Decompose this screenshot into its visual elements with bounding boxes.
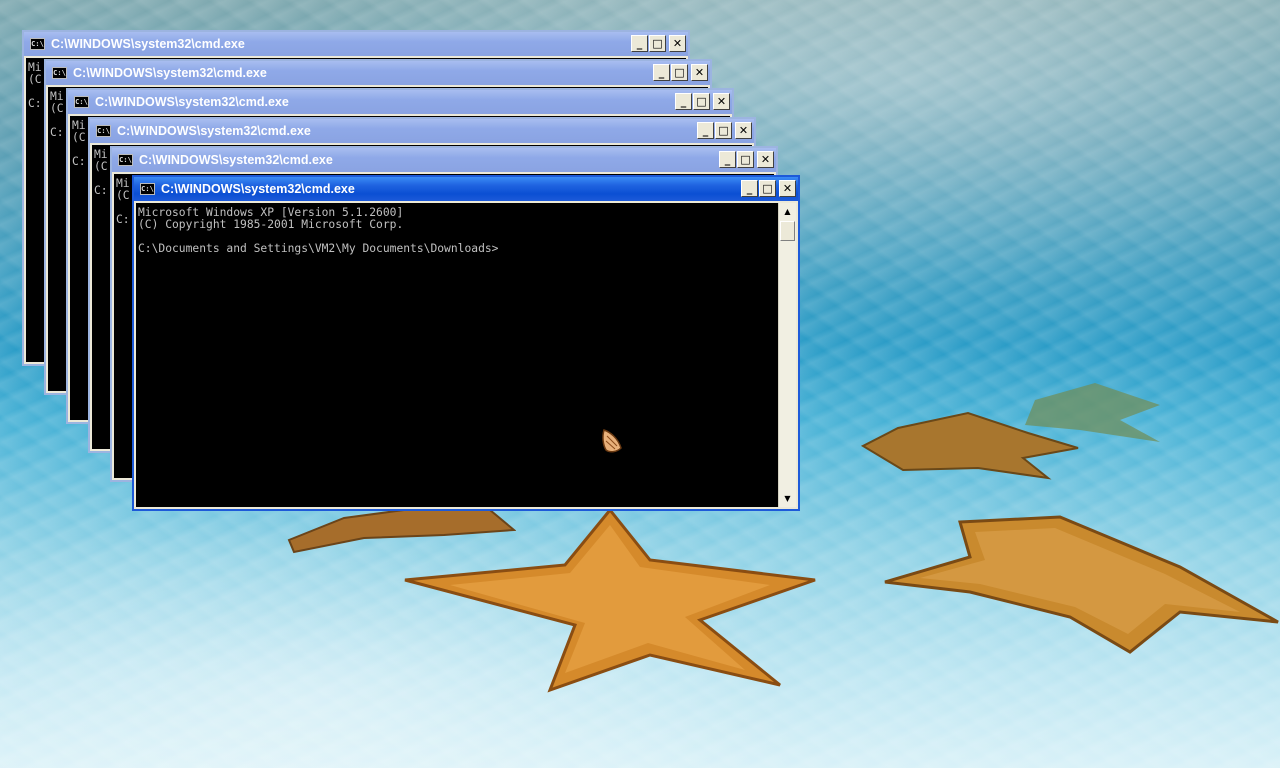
close-button[interactable]: ✕ xyxy=(691,64,708,81)
close-button[interactable]: ✕ xyxy=(713,93,730,110)
minimize-icon: _ xyxy=(702,124,709,137)
cmd-icon: C:\ xyxy=(30,38,45,50)
titlebar[interactable]: C:\ C:\WINDOWS\system32\cmd.exe _ □ ✕ xyxy=(68,90,732,114)
arrow-down-icon: ▼ xyxy=(784,494,791,503)
minimize-button[interactable]: _ xyxy=(675,93,692,110)
maximize-button[interactable]: □ xyxy=(649,35,666,52)
close-icon: ✕ xyxy=(672,37,683,50)
window-title: C:\WINDOWS\system32\cmd.exe xyxy=(73,66,267,80)
close-icon: ✕ xyxy=(782,182,793,195)
minimize-button[interactable]: _ xyxy=(719,151,736,168)
minimize-button[interactable]: _ xyxy=(741,180,758,197)
window-title: C:\WINDOWS\system32\cmd.exe xyxy=(117,124,311,138)
window-title: C:\WINDOWS\system32\cmd.exe xyxy=(161,182,355,196)
scroll-down-button[interactable]: ▼ xyxy=(779,490,796,507)
close-icon: ✕ xyxy=(694,66,705,79)
close-icon: ✕ xyxy=(738,124,749,137)
close-button[interactable]: ✕ xyxy=(669,35,686,52)
cmd-icon: C:\ xyxy=(118,154,133,166)
minimize-icon: _ xyxy=(724,153,731,166)
vertical-scrollbar[interactable]: ▲ ▼ xyxy=(778,203,796,507)
console-output[interactable]: Microsoft Windows XP [Version 5.1.2600] … xyxy=(136,203,796,507)
maximize-button[interactable]: □ xyxy=(737,151,754,168)
console-line: (C) Copyright 1985-2001 Microsoft Corp. xyxy=(138,218,404,231)
titlebar[interactable]: C:\ C:\WINDOWS\system32\cmd.exe _ □ ✕ xyxy=(112,148,776,172)
minimize-icon: _ xyxy=(746,182,753,195)
minimize-button[interactable]: _ xyxy=(697,122,714,139)
window-title: C:\WINDOWS\system32\cmd.exe xyxy=(139,153,333,167)
minimize-icon: _ xyxy=(636,37,643,50)
close-button[interactable]: ✕ xyxy=(779,180,796,197)
maximize-icon: □ xyxy=(740,153,751,166)
arrow-up-icon: ▲ xyxy=(784,207,791,216)
titlebar[interactable]: C:\ C:\WINDOWS\system32\cmd.exe _ □ ✕ xyxy=(24,32,688,56)
console-text: Microsoft Windows XP [Version 5.1.2600] … xyxy=(136,203,796,259)
window-title: C:\WINDOWS\system32\cmd.exe xyxy=(51,37,245,51)
maximize-button[interactable]: □ xyxy=(715,122,732,139)
starfish-far xyxy=(1025,383,1160,442)
close-icon: ✕ xyxy=(716,95,727,108)
maximize-icon: □ xyxy=(696,95,707,108)
shell-cursor-icon xyxy=(602,429,622,453)
minimize-icon: _ xyxy=(658,66,665,79)
maximize-button[interactable]: □ xyxy=(759,180,776,197)
cmd-icon: C:\ xyxy=(52,67,67,79)
close-icon: ✕ xyxy=(760,153,771,166)
window-title: C:\WINDOWS\system32\cmd.exe xyxy=(95,95,289,109)
cmd-icon: C:\ xyxy=(96,125,111,137)
titlebar[interactable]: C:\ C:\WINDOWS\system32\cmd.exe _ □ ✕ xyxy=(46,61,710,85)
maximize-icon: □ xyxy=(718,124,729,137)
minimize-button[interactable]: _ xyxy=(631,35,648,52)
close-button[interactable]: ✕ xyxy=(735,122,752,139)
titlebar[interactable]: C:\ C:\WINDOWS\system32\cmd.exe _ □ ✕ xyxy=(134,177,798,201)
console-prompt[interactable]: C:\Documents and Settings\VM2\My Documen… xyxy=(138,242,498,255)
titlebar[interactable]: C:\ C:\WINDOWS\system32\cmd.exe _ □ ✕ xyxy=(90,119,754,143)
starfish-right xyxy=(884,515,1279,654)
cmd-window-active[interactable]: C:\ C:\WINDOWS\system32\cmd.exe _ □ ✕ Mi… xyxy=(132,175,800,511)
cmd-icon: C:\ xyxy=(74,96,89,108)
maximize-icon: □ xyxy=(674,66,685,79)
minimize-button[interactable]: _ xyxy=(653,64,670,81)
maximize-icon: □ xyxy=(762,182,773,195)
cmd-icon: C:\ xyxy=(140,183,155,195)
scroll-up-button[interactable]: ▲ xyxy=(779,203,796,220)
maximize-button[interactable]: □ xyxy=(693,93,710,110)
maximize-button[interactable]: □ xyxy=(671,64,688,81)
maximize-icon: □ xyxy=(652,37,663,50)
minimize-icon: _ xyxy=(680,95,687,108)
close-button[interactable]: ✕ xyxy=(757,151,774,168)
scroll-thumb[interactable] xyxy=(780,221,795,241)
